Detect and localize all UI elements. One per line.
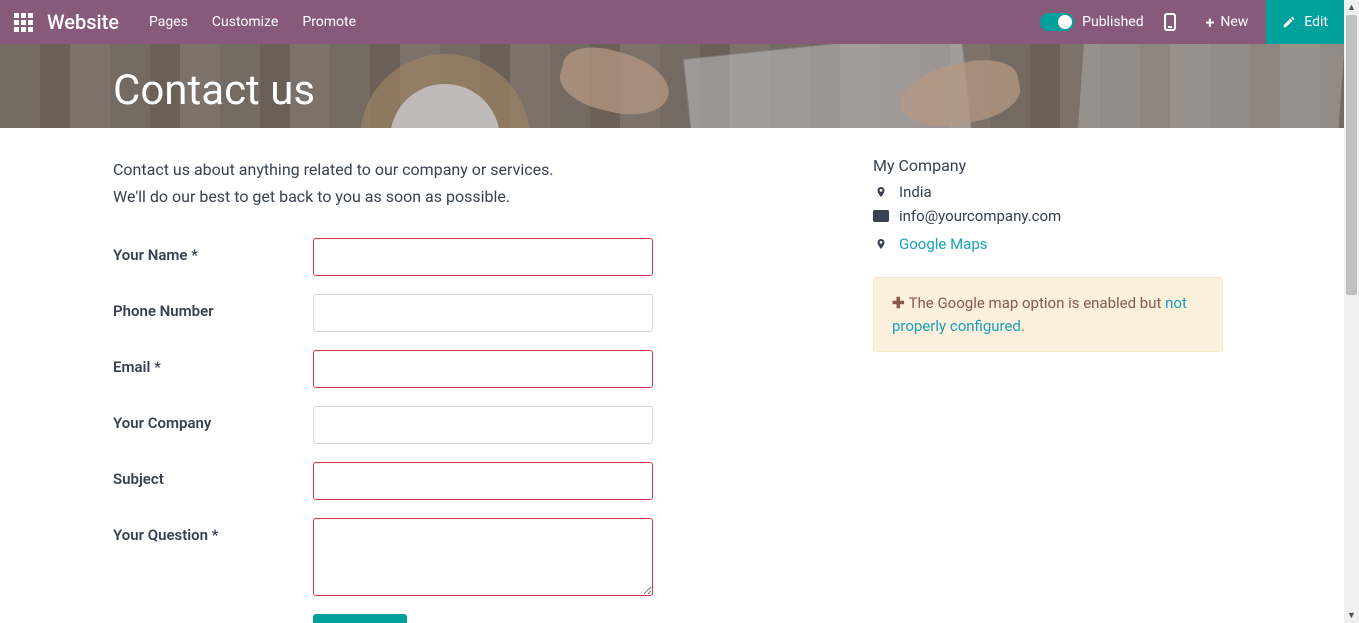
new-label: New (1220, 14, 1248, 30)
edit-label: Edit (1304, 14, 1328, 30)
scroll-thumb[interactable] (1346, 15, 1357, 295)
envelope-icon (873, 210, 889, 222)
edit-button[interactable]: Edit (1266, 0, 1344, 44)
email-input[interactable] (313, 350, 653, 388)
hero-banner: Contact us (0, 44, 1344, 128)
name-label: Your Name * (113, 238, 313, 264)
phone-input[interactable] (313, 294, 653, 332)
mobile-preview-icon[interactable] (1164, 13, 1176, 31)
scroll-down-icon[interactable]: ▼ (1344, 608, 1359, 623)
new-button[interactable]: + New (1198, 0, 1257, 44)
google-maps-link[interactable]: Google Maps (899, 235, 988, 253)
subject-label: Subject (113, 462, 313, 488)
alert-plus-icon: ✚ (892, 294, 905, 312)
intro-line1: Contact us about anything related to our… (113, 156, 833, 183)
phone-label: Phone Number (113, 294, 313, 320)
published-label: Published (1082, 14, 1143, 30)
location-pin-icon (873, 184, 889, 200)
country-text: India (899, 183, 932, 201)
alert-text-2: . (1021, 317, 1025, 335)
pencil-icon (1282, 15, 1296, 29)
menu-customize[interactable]: Customize (212, 14, 278, 30)
company-input[interactable] (313, 406, 653, 444)
brand-title[interactable]: Website (47, 10, 119, 34)
intro-line2: We'll do our best to get back to you as … (113, 183, 833, 210)
apps-icon[interactable] (14, 13, 33, 32)
menu-pages[interactable]: Pages (149, 14, 188, 30)
email-text: info@yourcompany.com (899, 207, 1061, 225)
email-label: Email * (113, 350, 313, 376)
company-label: Your Company (113, 406, 313, 432)
name-input[interactable] (313, 238, 653, 276)
question-label: Your Question * (113, 518, 313, 544)
map-marker-icon (873, 236, 889, 252)
published-toggle[interactable] (1040, 13, 1074, 31)
company-name: My Company (873, 156, 1223, 175)
page-title: Contact us (0, 44, 1344, 115)
alert-text-1: The Google map option is enabled but (909, 294, 1166, 312)
config-alert: ✚The Google map option is enabled but no… (873, 277, 1223, 352)
menu-promote[interactable]: Promote (302, 14, 356, 30)
topbar: Website Pages Customize Promote Publishe… (0, 0, 1344, 44)
plus-icon: + (1206, 13, 1215, 32)
question-textarea[interactable] (313, 518, 653, 596)
subject-input[interactable] (313, 462, 653, 500)
intro-text: Contact us about anything related to our… (113, 156, 833, 210)
scroll-up-icon[interactable]: ▲ (1344, 0, 1359, 15)
page-scrollbar[interactable]: ▲ ▼ (1344, 0, 1359, 623)
submit-button[interactable]: Submit (313, 614, 407, 623)
